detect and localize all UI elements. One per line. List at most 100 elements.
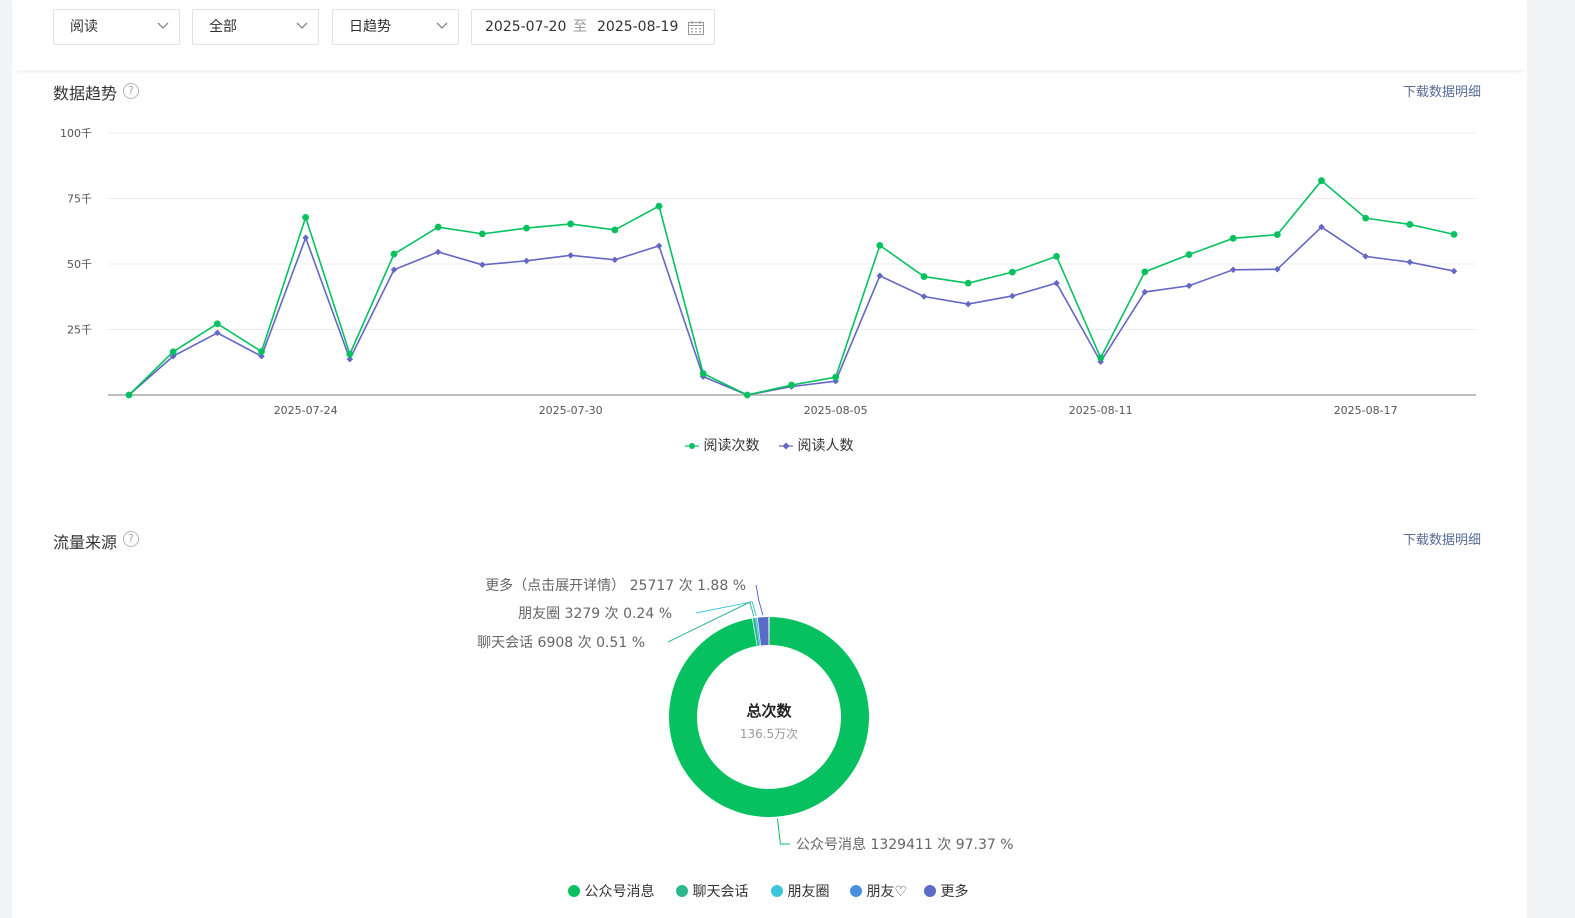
granularity-select-value: 日趋势 — [349, 19, 391, 35]
reads-point — [125, 391, 133, 399]
readers-point — [523, 257, 530, 265]
readers-point — [479, 261, 486, 269]
reads-point — [258, 348, 265, 355]
donut-slice — [755, 617, 761, 646]
scope-select[interactable]: 全部 — [192, 9, 319, 45]
main-panel: 阅读 全部 日趋势 2025-07-20 至 2025-08-19 数据趋势 ?… — [12, 0, 1527, 918]
readers-point — [1185, 282, 1193, 289]
x-tick-label: 2025-08-17 — [1334, 404, 1398, 417]
readers-point — [390, 266, 398, 274]
reads-point — [1185, 251, 1193, 258]
reads-point — [964, 279, 972, 287]
chevron-down-icon — [296, 22, 308, 29]
readers-point — [876, 272, 884, 280]
legend-dot-icon — [924, 885, 936, 897]
readers-point — [434, 248, 442, 256]
reads-point — [523, 224, 530, 232]
reads-point — [788, 381, 795, 389]
y-tick-label: 100千 — [60, 127, 92, 140]
legend-dot-icon — [568, 885, 580, 897]
legend-marker-icon — [779, 442, 793, 450]
reads-point — [611, 226, 619, 234]
readers-point — [1009, 292, 1016, 300]
readers-point — [567, 252, 574, 259]
help-icon[interactable]: ? — [123, 531, 139, 547]
readers-series-line — [128, 226, 1455, 396]
x-tick-label: 2025-07-30 — [539, 404, 603, 417]
slice-label: 公众号消息 1329411 次 97.37 % — [796, 836, 1014, 853]
readers-point — [655, 242, 663, 250]
legend-item-friends[interactable]: 朋友♡ — [850, 881, 907, 901]
legend-dot-icon — [676, 885, 688, 897]
legend-label: 公众号消息 — [584, 884, 655, 900]
legend-label: 阅读人数 — [797, 438, 854, 454]
legend-label: 阅读次数 — [703, 438, 760, 454]
legend-item-chat[interactable]: 聊天会话 — [676, 881, 748, 901]
scope-select-value: 全部 — [209, 19, 237, 35]
reads-point — [743, 391, 751, 399]
readers-point — [214, 329, 221, 337]
x-tick-label: 2025-08-05 — [804, 404, 868, 417]
metric-select-value: 阅读 — [70, 19, 98, 35]
reads-point — [1229, 234, 1237, 242]
x-tick-label: 2025-07-24 — [274, 404, 338, 417]
legend-label: 朋友圈 — [787, 884, 830, 900]
readers-point — [920, 293, 928, 300]
readers-point — [1229, 266, 1237, 274]
donut-slice — [668, 617, 869, 817]
leader-line — [667, 601, 755, 643]
date-end[interactable]: 2025-08-19 — [597, 10, 678, 44]
date-separator: 至 — [573, 19, 587, 35]
readers-point — [611, 256, 619, 264]
date-start[interactable]: 2025-07-20 — [485, 10, 566, 44]
leader-line — [776, 818, 790, 845]
reads-point — [213, 320, 221, 328]
donut-center-title: 总次数 — [746, 702, 792, 720]
reads-point — [390, 250, 398, 258]
legend-item-more[interactable]: 更多 — [924, 881, 968, 901]
reads-point — [1318, 177, 1325, 185]
reads-point — [1406, 221, 1414, 228]
donut-center-value: 136.5万次 — [740, 727, 798, 741]
reads-point — [1008, 268, 1016, 276]
filter-bar: 阅读 全部 日趋势 2025-07-20 至 2025-08-19 — [12, 0, 1527, 70]
legend-item-moments[interactable]: 朋友圈 — [771, 881, 829, 901]
reads-point — [655, 202, 663, 210]
donut-slice — [757, 617, 769, 646]
reads-point — [567, 220, 575, 228]
legend-item-reads[interactable]: 阅读次数 — [685, 435, 759, 455]
readers-point — [1450, 267, 1458, 275]
granularity-select[interactable]: 日趋势 — [332, 9, 459, 45]
metric-select[interactable]: 阅读 — [53, 9, 180, 45]
leader-line — [695, 601, 757, 616]
reads-point — [302, 213, 310, 221]
reads-point — [920, 273, 928, 280]
reads-point — [1097, 354, 1105, 362]
reads-point — [169, 348, 177, 356]
trend-line-chart: 100千 75千 50千 25千 2025-07-24 2025-07-30 2025-08… — [60, 127, 1476, 417]
y-tick-label: 25千 — [67, 324, 92, 337]
legend-marker-icon — [685, 443, 699, 449]
legend-item-readers[interactable]: 阅读人数 — [779, 435, 853, 455]
legend-item-official-msg[interactable]: 公众号消息 — [568, 881, 654, 901]
source-download-link[interactable]: 下载数据明细 — [1403, 529, 1481, 548]
reads-point — [1450, 230, 1458, 238]
reads-point — [832, 373, 840, 381]
calendar-icon[interactable] — [688, 21, 704, 35]
donut-slice — [752, 617, 760, 646]
readers-point — [1053, 279, 1060, 287]
y-tick-label: 50千 — [67, 258, 92, 271]
slice-label: 朋友圈 3279 次 0.24 % — [518, 606, 672, 622]
slice-label: 更多（点击展开详情） 25717 次 1.88 % — [485, 577, 746, 594]
reads-point — [876, 241, 884, 249]
legend-dot-icon — [850, 885, 862, 897]
reads-series-line — [128, 179, 1455, 396]
reads-point — [346, 350, 354, 358]
legend-label: 更多 — [940, 884, 969, 900]
slice-label: 聊天会话 6908 次 0.51 % — [477, 635, 645, 651]
reads-point — [699, 370, 707, 377]
reads-point — [1362, 214, 1370, 222]
reads-point — [478, 230, 486, 238]
date-range-picker[interactable]: 2025-07-20 至 2025-08-19 — [471, 9, 715, 45]
reads-point — [1053, 253, 1060, 260]
